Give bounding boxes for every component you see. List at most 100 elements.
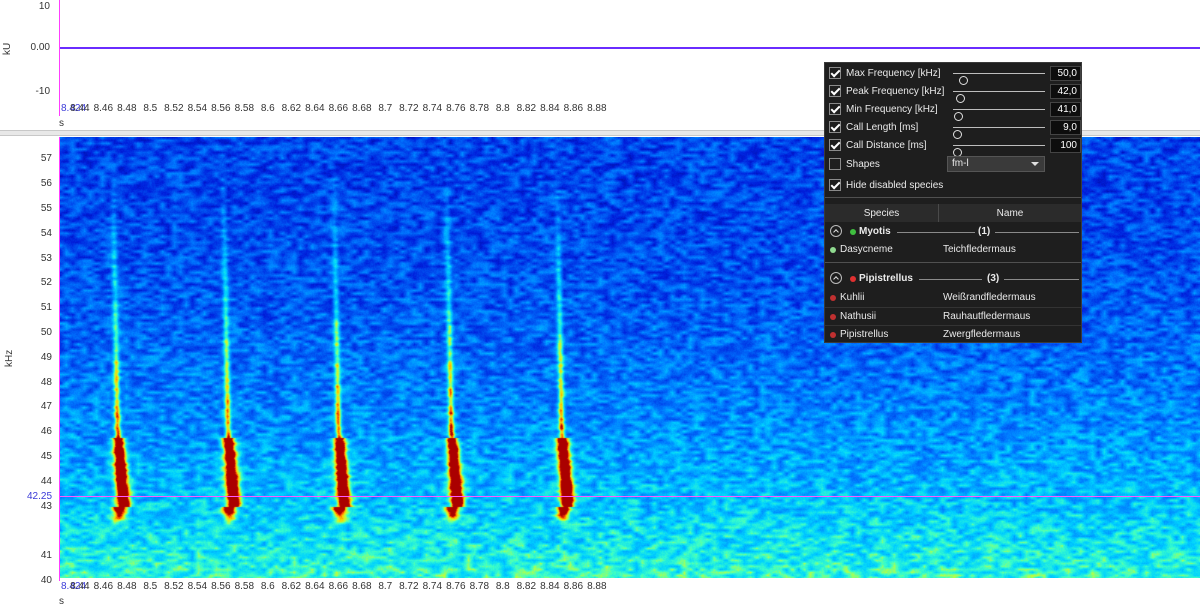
- waveform-y-unit: kU: [2, 42, 13, 55]
- peak-frequency-value[interactable]: 42,0: [1050, 84, 1081, 99]
- spectrogram-x-tick: 8.58: [234, 581, 255, 592]
- min-frequency-slider[interactable]: [953, 109, 1045, 121]
- waveform-x-tick: 8.7: [378, 103, 393, 114]
- collapse-icon[interactable]: [830, 272, 842, 284]
- species-row-kuhlii[interactable]: Kuhlii Weißrandfledermaus: [825, 289, 1081, 307]
- group-line: [1004, 279, 1079, 280]
- group-line: [919, 279, 982, 280]
- call-distance-slider[interactable]: [953, 145, 1045, 157]
- waveform-x-tick: 8.72: [399, 103, 419, 114]
- max-frequency-checkbox[interactable]: [829, 67, 841, 79]
- species-table-header: Species Name: [825, 204, 1081, 222]
- peak-frequency-slider[interactable]: [953, 91, 1045, 103]
- spectrogram-x-tick: 8.62: [281, 581, 302, 592]
- spectrogram-x-tick: 8.76: [446, 581, 466, 592]
- spectrogram-x-tick: 8.82: [516, 581, 537, 592]
- frequency-cursor-line[interactable]: [60, 496, 1200, 497]
- spectrogram-y-tick: 44: [40, 475, 52, 487]
- hide-disabled-species-checkbox[interactable]: [829, 179, 841, 191]
- spectrogram-y-tick: 54: [40, 227, 52, 239]
- species-name: Pipistrellus: [840, 329, 889, 340]
- max-frequency-slider[interactable]: [953, 73, 1045, 85]
- species-color-dot: [830, 295, 836, 301]
- spectrogram-x-tick: 8.86: [563, 581, 584, 592]
- spectrogram-x-tick: 8.44: [70, 581, 90, 592]
- waveform-x-tick: 8.62: [281, 103, 302, 114]
- spectrogram-x-tick: 8.54: [187, 581, 208, 592]
- spectrogram-x-tick: 8.88: [587, 581, 607, 592]
- spectrogram-x-tick: 8.84: [540, 581, 560, 592]
- call-distance-label: Call Distance [ms]: [846, 140, 927, 151]
- call-distance-checkbox[interactable]: [829, 139, 841, 151]
- spectrogram-y-axis-line: [59, 137, 60, 581]
- group-row-pipistrellus[interactable]: Pipistrellus (3): [825, 270, 1081, 288]
- waveform-x-tick: 8.74: [422, 103, 443, 114]
- spectrogram-x-tick: 8.7: [378, 581, 393, 592]
- filter-row-hide-disabled: Hide disabled species: [827, 177, 1081, 194]
- group-row-myotis[interactable]: Myotis (1): [825, 223, 1081, 241]
- spectrogram-x-ticks: 8.44 8.46 8.48 8.5 8.52 8.54 8.56 8.58 8.6 8.62 8.…: [0, 581, 1200, 593]
- species-row-nathusii[interactable]: Nathusii Rauhautfledermaus: [825, 307, 1081, 325]
- spectrogram-x-tick: 8.72: [399, 581, 419, 592]
- spectrogram-y-tick: 57: [40, 153, 52, 165]
- species-row-dasycneme[interactable]: Dasycneme Teichfledermaus: [825, 241, 1081, 259]
- waveform-x-tick: 8.52: [164, 103, 184, 114]
- waveform-x-tick: 8.58: [234, 103, 255, 114]
- shapes-dropdown[interactable]: fm-l: [947, 156, 1045, 172]
- waveform-x-tick: 8.88: [587, 103, 607, 114]
- spectrogram-y-tick: 43: [40, 500, 52, 512]
- species-common-name: Zwergfledermaus: [943, 329, 1021, 340]
- spectrogram-y-ticks: 57 56 55 54 53 52 51 50 49 48 47 46 45 44 43 41 40: [0, 137, 60, 586]
- spectrogram-x-tick: 8.74: [422, 581, 443, 592]
- hide-disabled-species-label: Hide disabled species: [846, 180, 944, 191]
- waveform-x-tick: 8.64: [305, 103, 325, 114]
- waveform-x-tick: 8.44: [70, 103, 90, 114]
- call-length-slider[interactable]: [953, 127, 1045, 139]
- species-name: Kuhlii: [840, 292, 865, 303]
- call-length-label: Call Length [ms]: [846, 122, 919, 133]
- shapes-label: Shapes: [846, 159, 880, 170]
- chevron-down-icon: [1031, 162, 1039, 166]
- spectrogram-x-tick: 8.64: [305, 581, 325, 592]
- min-frequency-checkbox[interactable]: [829, 103, 841, 115]
- call-length-checkbox[interactable]: [829, 121, 841, 133]
- spectrogram-y-tick: 50: [40, 327, 52, 338]
- waveform-x-tick: 8.8: [495, 103, 510, 114]
- group-name: Myotis: [859, 226, 891, 237]
- species-row-pipistrellus[interactable]: Pipistrellus Zwergfledermaus: [825, 325, 1081, 343]
- collapse-icon[interactable]: [830, 225, 842, 237]
- waveform-y-tick-10: 10: [38, 1, 50, 12]
- group-color-dot: [850, 276, 856, 282]
- waveform-x-tick: 8.82: [516, 103, 537, 114]
- filter-row-min-frequency: Min Frequency [kHz] 41,0: [827, 101, 1081, 121]
- waveform-x-tick: 8.46: [93, 103, 114, 114]
- waveform-x-tick: 8.56: [211, 103, 231, 114]
- shapes-selected-value: fm-l: [952, 158, 969, 169]
- group-name: Pipistrellus: [859, 273, 913, 284]
- shapes-checkbox[interactable]: [829, 158, 841, 170]
- spectrogram-x-tick: 8.52: [164, 581, 184, 592]
- peak-frequency-checkbox[interactable]: [829, 85, 841, 97]
- spectrogram-y-tick: 41: [40, 550, 52, 562]
- panel-divider: [825, 197, 1081, 198]
- max-frequency-value[interactable]: 50,0: [1050, 66, 1081, 81]
- waveform-x-tick: 8.5: [143, 103, 158, 114]
- waveform-x-tick: 8.6: [260, 103, 275, 114]
- spectrogram-x-tick: 8.8: [495, 581, 510, 592]
- spectrogram-y-tick: 53: [40, 252, 52, 264]
- waveform-y-tick-neg10: -10: [35, 86, 50, 97]
- call-length-value[interactable]: 9,0: [1050, 120, 1081, 135]
- spectrogram-y-tick: 47: [40, 401, 52, 413]
- species-name: Nathusii: [840, 311, 877, 322]
- group-line: [897, 232, 975, 233]
- min-frequency-label: Min Frequency [kHz]: [846, 104, 938, 115]
- filter-row-call-length: Call Length [ms] 9,0: [827, 119, 1081, 139]
- call-distance-value[interactable]: 100: [1050, 138, 1081, 153]
- species-filter-panel: Max Frequency [kHz] 50,0 Peak Frequency …: [824, 62, 1082, 343]
- filter-row-peak-frequency: Peak Frequency [kHz] 42,0: [827, 83, 1081, 103]
- name-column-header[interactable]: Name: [939, 208, 1081, 219]
- spectrogram-y-tick: 49: [40, 351, 52, 363]
- min-frequency-value[interactable]: 41,0: [1050, 102, 1081, 117]
- species-column-header[interactable]: Species: [825, 208, 938, 219]
- spectrogram-cursor-label: 42.25: [27, 491, 53, 502]
